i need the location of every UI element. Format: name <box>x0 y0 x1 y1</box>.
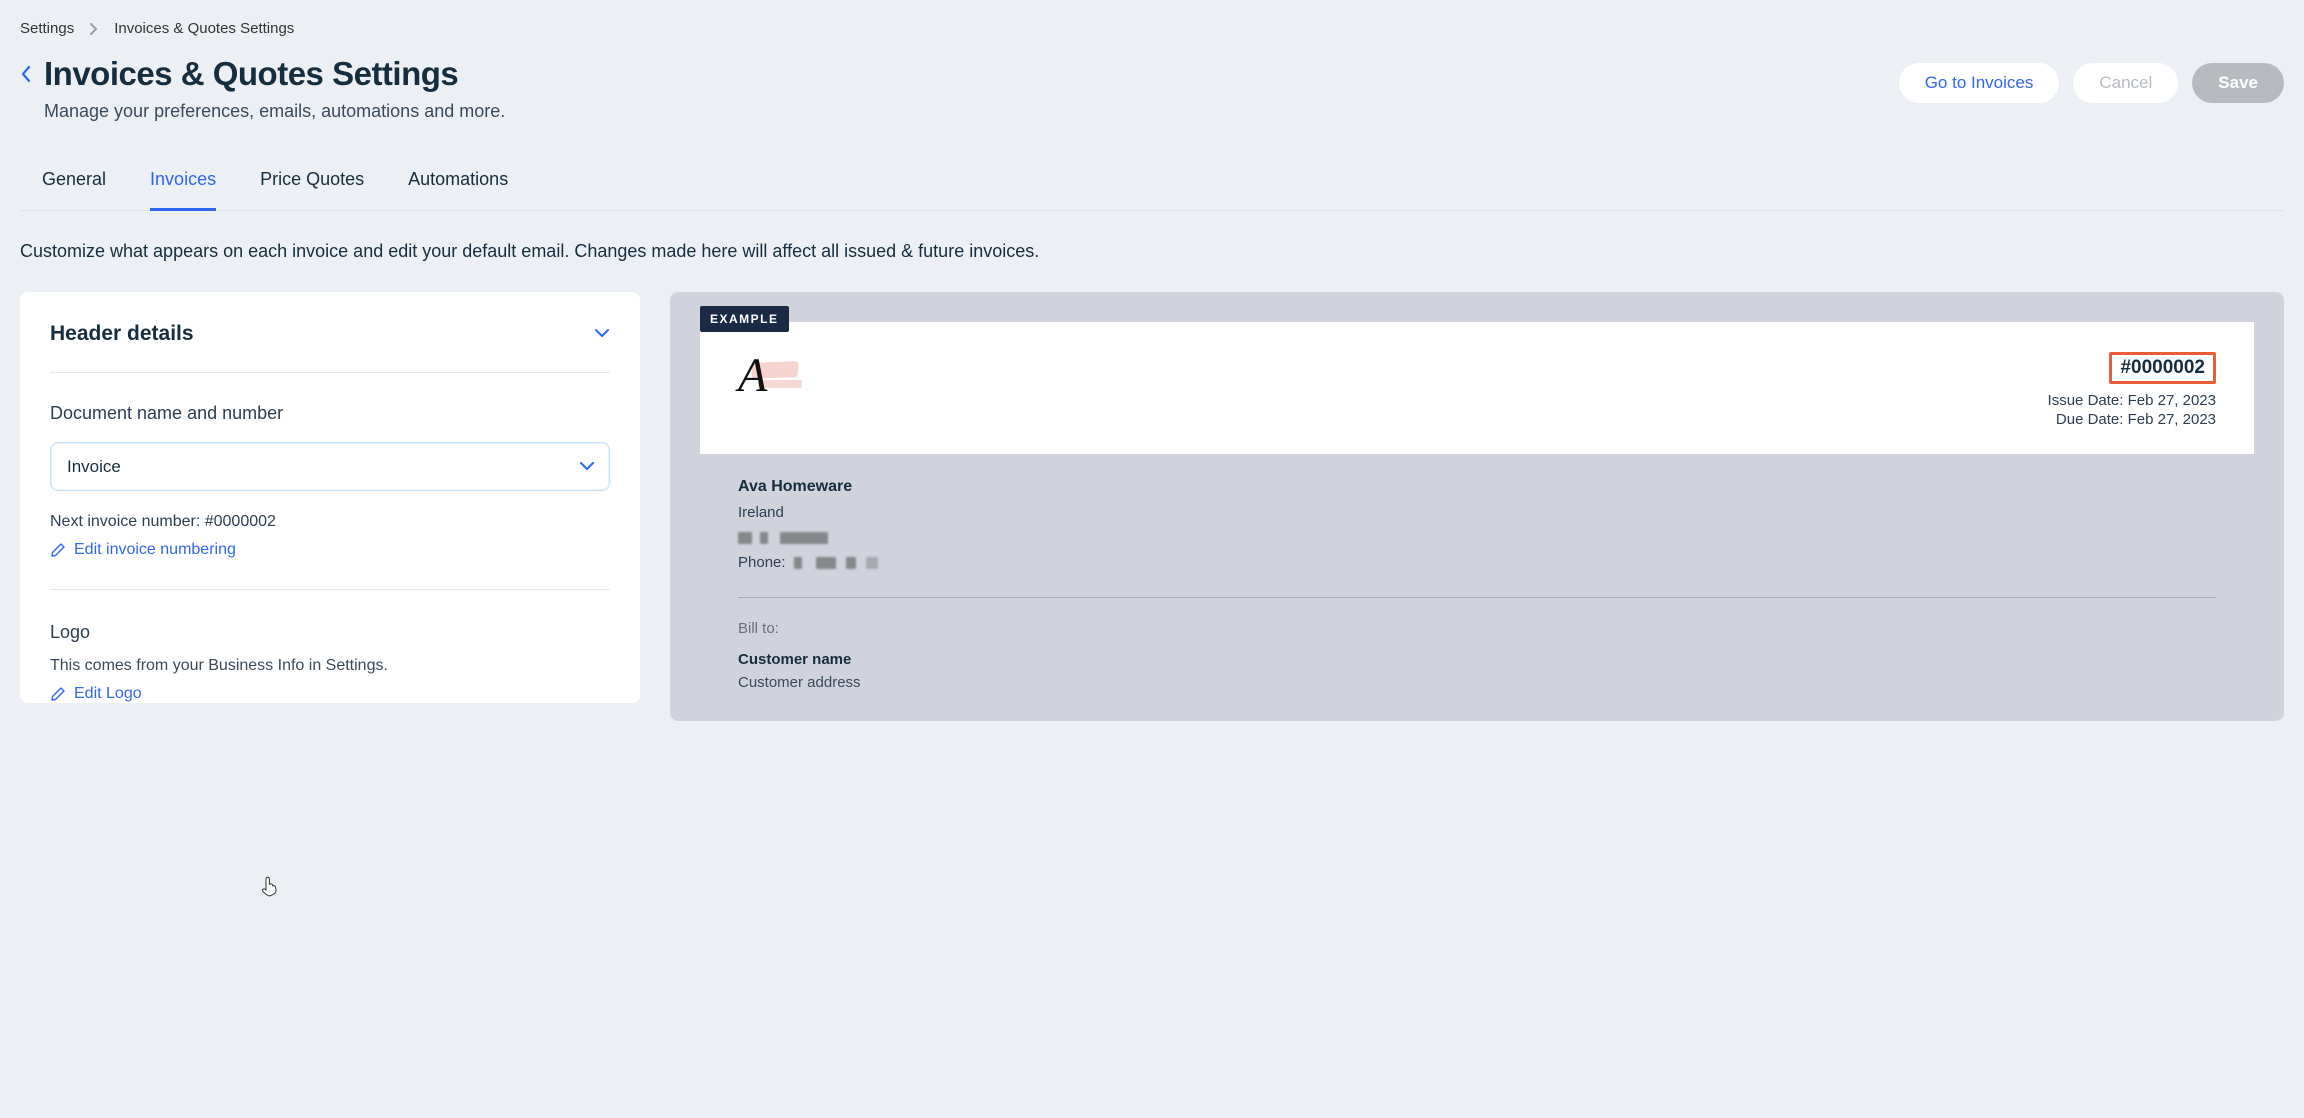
logo-help-text: This comes from your Business Info in Se… <box>50 657 610 675</box>
due-date: Due Date: Feb 27, 2023 <box>2048 411 2216 428</box>
edit-invoice-numbering-link[interactable]: Edit invoice numbering <box>50 541 610 559</box>
breadcrumb-root[interactable]: Settings <box>20 20 74 37</box>
page-subtitle: Manage your preferences, emails, automat… <box>44 101 505 122</box>
tab-general[interactable]: General <box>42 169 106 211</box>
cancel-button[interactable]: Cancel <box>2073 63 2178 103</box>
chevron-down-icon <box>594 328 610 338</box>
business-logo: A <box>738 352 808 400</box>
invoice-preview-card: A #0000002 Issue Date: Feb 27, 2023 Due … <box>700 322 2254 691</box>
page-title: Invoices & Quotes Settings <box>44 55 505 93</box>
tab-automations[interactable]: Automations <box>408 169 508 211</box>
business-name: Ava Homeware <box>738 478 2216 496</box>
cursor-icon <box>259 875 279 902</box>
issue-date: Issue Date: Feb 27, 2023 <box>2048 392 2216 409</box>
tab-price-quotes[interactable]: Price Quotes <box>260 169 364 211</box>
breadcrumb: Settings Invoices & Quotes Settings <box>20 20 2284 37</box>
tab-invoices[interactable]: Invoices <box>150 169 216 211</box>
business-country: Ireland <box>738 504 2216 521</box>
divider <box>738 597 2216 598</box>
logo-section-title: Logo <box>50 622 610 643</box>
back-arrow-icon[interactable] <box>20 65 32 88</box>
pencil-icon <box>50 686 66 702</box>
doc-name-label: Document name and number <box>50 403 610 424</box>
business-email <box>738 529 2216 546</box>
go-to-invoices-button[interactable]: Go to Invoices <box>1899 63 2060 103</box>
business-phone: Phone: <box>738 554 2216 571</box>
tab-description: Customize what appears on each invoice a… <box>20 241 2284 262</box>
customer-address: Customer address <box>738 674 2216 691</box>
divider <box>50 589 610 590</box>
invoice-preview-panel: EXAMPLE A #0000002 Issue Date: Feb 27, 2… <box>670 292 2284 721</box>
tabs: General Invoices Price Quotes Automation… <box>20 168 2284 211</box>
breadcrumb-current: Invoices & Quotes Settings <box>114 20 294 37</box>
collapse-toggle[interactable] <box>594 325 610 343</box>
customer-name: Customer name <box>738 651 2216 668</box>
bill-to-label: Bill to: <box>738 620 2216 637</box>
edit-invoice-numbering-label: Edit invoice numbering <box>74 541 236 559</box>
logo-letter: A <box>738 349 767 402</box>
header-details-title: Header details <box>50 322 194 346</box>
example-badge: EXAMPLE <box>700 306 789 332</box>
pencil-icon <box>50 542 66 558</box>
header-details-card: Header details Document name and number … <box>20 292 640 703</box>
edit-logo-link[interactable]: Edit Logo <box>50 685 610 703</box>
save-button[interactable]: Save <box>2192 63 2284 103</box>
chevron-right-icon <box>90 23 98 35</box>
invoice-number-highlight: #0000002 <box>2109 352 2216 384</box>
edit-logo-label: Edit Logo <box>74 685 142 703</box>
document-name-select[interactable]: Invoice <box>50 442 610 491</box>
next-invoice-number: Next invoice number: #0000002 <box>50 513 610 531</box>
